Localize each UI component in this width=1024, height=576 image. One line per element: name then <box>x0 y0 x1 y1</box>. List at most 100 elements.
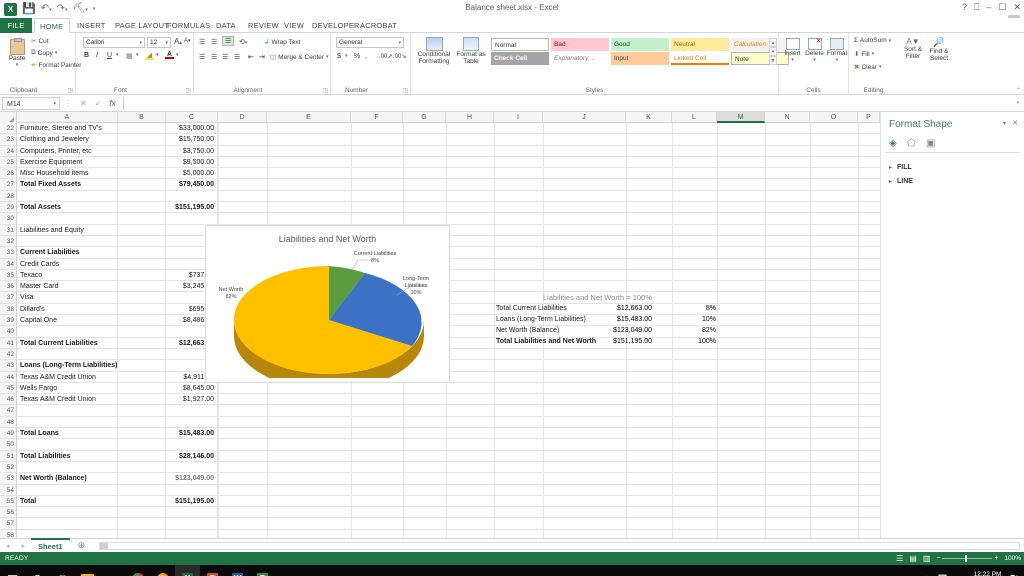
justify-icon[interactable]: ☰ <box>234 53 240 61</box>
sort-filter-button[interactable]: A▼ Sort & Filter <box>901 37 925 60</box>
column-header-P[interactable]: P <box>858 112 880 123</box>
table-row[interactable]: 34 Credit Cards <box>0 258 1024 270</box>
cell-a[interactable]: Total Assets <box>17 202 118 214</box>
table-row[interactable]: 43 Loans (Long-Term Liabilities) <box>0 360 1024 372</box>
cell-b[interactable] <box>118 529 166 538</box>
tab-insert[interactable]: INSERT <box>72 18 111 33</box>
row-header[interactable]: 30 <box>0 213 17 225</box>
table-row[interactable]: 35 Texaco $737.00 <box>0 269 1024 282</box>
style-bad[interactable]: Bad <box>551 38 609 51</box>
column-header-O[interactable]: O <box>810 112 858 123</box>
view-normal-icon[interactable]: ☰ <box>896 554 903 563</box>
table-row[interactable]: 56 <box>0 507 1024 519</box>
percent-format-icon[interactable]: % <box>354 53 360 60</box>
cell-b[interactable] <box>118 315 166 327</box>
align-top-icon[interactable]: ☰ <box>199 38 205 46</box>
ribbon-display-options-icon[interactable]: ⎕ <box>974 2 979 13</box>
table-row[interactable]: 49 Total Loans $15,483.00 <box>0 428 1024 440</box>
pane-close-icon[interactable]: ✕ <box>1012 119 1018 127</box>
table-row[interactable]: 31 Liabilities and Equity <box>0 224 1024 236</box>
insert-chevron-icon[interactable]: ▾ <box>782 57 803 63</box>
cell-a[interactable]: Exercise Equipment <box>17 156 118 169</box>
cell-b[interactable] <box>118 247 166 259</box>
orientation-icon[interactable]: ⟲▾ <box>239 38 247 46</box>
cell-b[interactable] <box>118 326 166 338</box>
action-center-icon[interactable]: 🗪 1 <box>1009 571 1020 576</box>
minimize-button[interactable]: – <box>986 2 991 13</box>
cell-a[interactable] <box>17 484 118 496</box>
find-select-button[interactable]: 🔎 Find & Select <box>926 37 952 62</box>
row-header[interactable]: 24 <box>0 145 17 157</box>
cell-c[interactable]: $8,645.00 <box>166 382 218 395</box>
cell-a[interactable]: Wells Fargo <box>17 382 118 395</box>
cell-c[interactable]: $1,927.00 <box>166 394 218 406</box>
autosum-button[interactable]: Σ AutoSum ▾ <box>854 37 891 44</box>
next-sheet-icon[interactable]: ▸ <box>16 542 32 550</box>
cell-a[interactable]: Capital One <box>17 315 118 327</box>
row-header[interactable]: 50 <box>0 439 17 451</box>
row-header[interactable]: 22 <box>0 123 17 135</box>
cell-a[interactable] <box>17 439 118 451</box>
row-header[interactable]: 23 <box>0 134 17 146</box>
search-icon[interactable]: ⚲ <box>25 565 50 576</box>
tab-review[interactable]: REVIEW <box>243 18 284 33</box>
column-header-K[interactable]: K <box>626 112 672 123</box>
table-row[interactable]: 44 Texas A&M Credit Union $4,911.00 <box>0 371 1024 383</box>
table-row[interactable]: 26 Misc Household items $5,000.00 <box>0 168 1024 180</box>
format-chevron-icon[interactable]: ▾ <box>826 57 848 63</box>
font-family-input[interactable]: Calibri ▾ <box>83 37 145 48</box>
file-explorer-icon[interactable] <box>75 565 100 576</box>
column-header-J[interactable]: J <box>543 112 626 123</box>
cell-b[interactable] <box>118 123 166 135</box>
word-icon[interactable]: W <box>225 565 250 576</box>
cut-button[interactable]: ✂ Cut <box>31 37 49 46</box>
cell-c[interactable]: $28,146.00 <box>166 450 218 462</box>
row-header[interactable]: 38 <box>0 303 17 316</box>
add-sheet-icon[interactable]: ⊕ <box>70 540 94 551</box>
row-header[interactable]: 33 <box>0 247 17 259</box>
style-explanatory[interactable]: Explanatory ... <box>551 52 609 65</box>
cell-b[interactable] <box>118 134 166 146</box>
cell-a[interactable]: Clothing and Jewelery <box>17 134 118 146</box>
cell-c[interactable]: $15,750.00 <box>166 134 218 146</box>
increase-decimal-icon[interactable]: .00↗ <box>379 53 392 60</box>
cell-b[interactable] <box>118 269 166 282</box>
cell-b[interactable] <box>118 416 166 429</box>
cell-a[interactable]: Liabilities and Equity <box>17 224 118 236</box>
cell-a[interactable]: Master Card <box>17 281 118 293</box>
firefox-icon[interactable] <box>150 565 175 576</box>
cell-b[interactable] <box>118 213 166 225</box>
column-header-A[interactable]: A <box>17 112 118 123</box>
collapse-ribbon-icon[interactable]: ⌃ <box>1016 87 1021 94</box>
format-as-table-button[interactable]: Format as Table <box>455 37 487 65</box>
row-header[interactable]: 46 <box>0 394 17 406</box>
cell-b[interactable] <box>118 258 166 270</box>
row-header[interactable]: 44 <box>0 371 17 383</box>
table-row[interactable]: 23 Clothing and Jewelery $15,750.00 <box>0 134 1024 146</box>
view-page-layout-icon[interactable]: ▤ <box>909 554 917 563</box>
cell-b[interactable] <box>118 405 166 417</box>
cell-a[interactable]: Loans (Long-Term Liabilities) <box>17 360 118 372</box>
style-good[interactable]: Good <box>611 38 669 51</box>
cancel-icon[interactable]: ✕ <box>80 99 87 108</box>
cell-a[interactable] <box>17 190 118 203</box>
decrease-font-size-icon[interactable]: A▾ <box>184 38 191 44</box>
cell-a[interactable]: Total <box>17 495 118 508</box>
style-normal[interactable]: Normal <box>491 38 549 51</box>
cell-a[interactable] <box>17 461 118 474</box>
table-row[interactable]: 42 <box>0 348 1024 361</box>
table-row[interactable]: 30 <box>0 213 1024 225</box>
copy-button[interactable]: ⧉ Copy ▾ <box>31 49 57 57</box>
cell-b[interactable] <box>118 179 166 191</box>
zoom-slider[interactable]: − + <box>936 555 998 562</box>
cell-a[interactable]: Net Worth (Balance) <box>17 473 118 485</box>
cell-a[interactable]: Credit Cards <box>17 258 118 270</box>
column-header-D[interactable]: D <box>218 112 267 123</box>
table-row[interactable]: 51 Total Liabilities $28,146.00 <box>0 450 1024 462</box>
table-row[interactable]: 46 Texas A&M Credit Union $1,927.00 <box>0 394 1024 406</box>
tab-formulas[interactable]: FORMULAS <box>162 18 215 33</box>
font-color-icon[interactable]: A <box>165 51 174 59</box>
cell-c[interactable]: $123,049.00 <box>166 473 218 485</box>
cell-b[interactable] <box>118 145 166 157</box>
table-row[interactable]: 53 Net Worth (Balance) $123,049.00 <box>0 473 1024 485</box>
